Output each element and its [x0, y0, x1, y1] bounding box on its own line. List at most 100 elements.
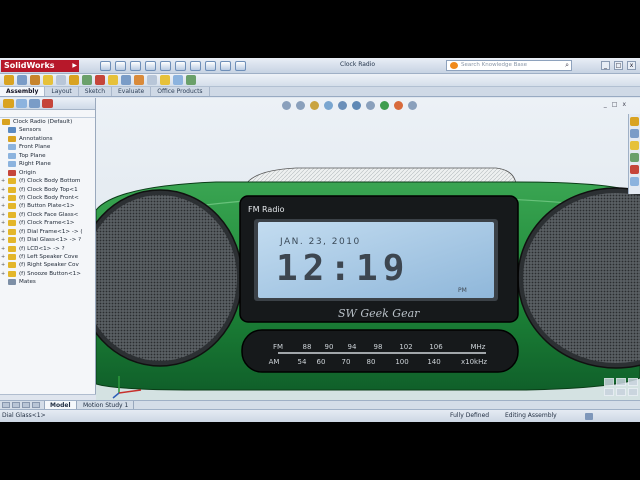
expand-icon[interactable]: + — [1, 253, 5, 261]
graphics-area[interactable]: FM Radio JAN. 23, 2010 12:19 PM SW Geek … — [96, 98, 640, 400]
clearance-verification-icon[interactable] — [173, 75, 183, 85]
maximize-button[interactable]: □ — [614, 61, 623, 70]
tree-item[interactable]: + (f) Right Speaker Cov — [0, 261, 95, 269]
expand-icon[interactable]: + — [1, 219, 5, 227]
file-explorer-tab-icon[interactable] — [630, 141, 639, 150]
exploded-view-icon[interactable] — [134, 75, 144, 85]
first-tab-icon[interactable] — [2, 402, 10, 408]
mate-icon[interactable] — [17, 75, 27, 85]
appearances-tab-icon[interactable] — [630, 165, 639, 174]
smart-fasteners-icon[interactable] — [43, 75, 53, 85]
tree-item[interactable]: Top Plane — [0, 152, 95, 160]
section-view-icon[interactable] — [324, 101, 333, 110]
select-icon[interactable] — [175, 61, 186, 71]
print-icon[interactable] — [145, 61, 156, 71]
property-manager-tab-icon[interactable] — [16, 99, 27, 108]
expand-icon[interactable]: + — [1, 186, 5, 194]
tree-item[interactable]: Sensors — [0, 126, 95, 134]
reference-geometry-icon[interactable] — [95, 75, 105, 85]
minimize-button[interactable]: _ — [601, 61, 610, 70]
new-motion-study-icon[interactable] — [108, 75, 118, 85]
expand-icon[interactable]: + — [1, 245, 5, 253]
tree-item[interactable]: + (f) Clock Body Front< — [0, 194, 95, 202]
tab-office-products[interactable]: Office Products — [151, 87, 210, 96]
edit-appearance-icon[interactable] — [380, 101, 389, 110]
tree-item[interactable]: + (f) Clock Face Glass< — [0, 211, 95, 219]
file-properties-icon[interactable] — [220, 61, 231, 71]
design-library-tab-icon[interactable] — [630, 129, 639, 138]
magnifier-icon[interactable]: ⌕ — [565, 61, 569, 70]
tree-filter[interactable] — [0, 110, 95, 118]
rebuild-icon[interactable] — [190, 61, 201, 71]
tree-item[interactable]: + (f) Clock Frame<1> — [0, 219, 95, 227]
next-tab-icon[interactable] — [22, 402, 30, 408]
viewport-minimize-button[interactable]: _ — [604, 101, 607, 108]
tab-sketch[interactable]: Sketch — [79, 87, 112, 96]
previous-view-icon[interactable] — [310, 101, 319, 110]
view-palette-tab-icon[interactable] — [630, 153, 639, 162]
expand-icon[interactable]: + — [1, 194, 5, 202]
options-icon[interactable] — [205, 61, 216, 71]
expand-icon[interactable]: + — [1, 236, 5, 244]
explode-line-sketch-icon[interactable] — [147, 75, 157, 85]
expand-icon[interactable]: + — [1, 261, 5, 269]
previous-tab-icon[interactable] — [12, 402, 20, 408]
tree-item[interactable]: Mates — [0, 278, 95, 286]
tree-item[interactable]: Clock Radio (Default) — [0, 118, 95, 126]
tree-item[interactable]: Right Plane — [0, 160, 95, 168]
zoom-to-fit-icon[interactable] — [282, 101, 291, 110]
viewport-maximize-button[interactable]: □ — [612, 101, 618, 108]
expand-icon[interactable]: + — [1, 211, 5, 219]
view-settings-icon[interactable] — [408, 101, 417, 110]
new-document-icon[interactable] — [100, 61, 111, 71]
instant3d-icon[interactable] — [186, 75, 196, 85]
view-orientation-icon[interactable] — [338, 101, 347, 110]
tree-item[interactable]: Front Plane — [0, 143, 95, 151]
undo-icon[interactable] — [160, 61, 171, 71]
tree-item[interactable]: + (f) Dial Frame<1> -> ( — [0, 228, 95, 236]
solidworks-menu-button[interactable]: SolidWorks ▶ — [1, 60, 79, 72]
tree-item[interactable]: Annotations — [0, 135, 95, 143]
tab-assembly[interactable]: Assembly — [0, 87, 46, 96]
assembly-features-icon[interactable] — [82, 75, 92, 85]
customize-icon[interactable] — [235, 61, 246, 71]
knowledge-base-search[interactable]: Search Knowledge Base ⌕ — [446, 60, 572, 71]
tree-item[interactable]: + (f) LCD<1> -> ? — [0, 245, 95, 253]
expand-icon[interactable]: + — [1, 228, 5, 236]
band-label: FM Radio — [248, 205, 285, 214]
resources-tab-icon[interactable] — [630, 117, 639, 126]
last-tab-icon[interactable] — [32, 402, 40, 408]
apply-scene-icon[interactable] — [394, 101, 403, 110]
tree-item[interactable]: Origin — [0, 169, 95, 177]
tree-item[interactable]: + (f) Clock Body Top<1 — [0, 186, 95, 194]
insert-component-icon[interactable] — [4, 75, 14, 85]
expand-icon[interactable]: + — [1, 202, 5, 210]
bill-of-materials-icon[interactable] — [121, 75, 131, 85]
tab-evaluate[interactable]: Evaluate — [112, 87, 152, 96]
linear-pattern-icon[interactable] — [30, 75, 40, 85]
configuration-manager-tab-icon[interactable] — [29, 99, 40, 108]
tree-item[interactable]: + (f) Button Plate<1> — [0, 202, 95, 210]
save-icon[interactable] — [130, 61, 141, 71]
tree-item[interactable]: + (f) Clock Body Bottom — [0, 177, 95, 185]
tab-layout[interactable]: Layout — [45, 87, 79, 96]
show-hidden-icon[interactable] — [69, 75, 79, 85]
clock-radio-model[interactable]: FM Radio JAN. 23, 2010 12:19 PM SW Geek … — [96, 98, 640, 400]
custom-properties-tab-icon[interactable] — [630, 177, 639, 186]
tree-item[interactable]: + (f) Snooze Button<1> — [0, 270, 95, 278]
move-component-icon[interactable] — [56, 75, 66, 85]
display-manager-tab-icon[interactable] — [42, 99, 53, 108]
close-button[interactable]: x — [627, 61, 636, 70]
feature-tree-tab-icon[interactable] — [3, 99, 14, 108]
viewport-close-button[interactable]: x — [622, 101, 626, 108]
open-document-icon[interactable] — [115, 61, 126, 71]
hide-show-items-icon[interactable] — [366, 101, 375, 110]
help-icon[interactable] — [585, 413, 593, 420]
interference-detection-icon[interactable] — [160, 75, 170, 85]
expand-icon[interactable]: + — [1, 177, 5, 185]
display-style-icon[interactable] — [352, 101, 361, 110]
zoom-to-area-icon[interactable] — [296, 101, 305, 110]
tree-item[interactable]: + (f) Dial Glass<1> -> ? — [0, 236, 95, 244]
tree-item[interactable]: + (f) Left Speaker Cove — [0, 253, 95, 261]
expand-icon[interactable]: + — [1, 270, 5, 278]
